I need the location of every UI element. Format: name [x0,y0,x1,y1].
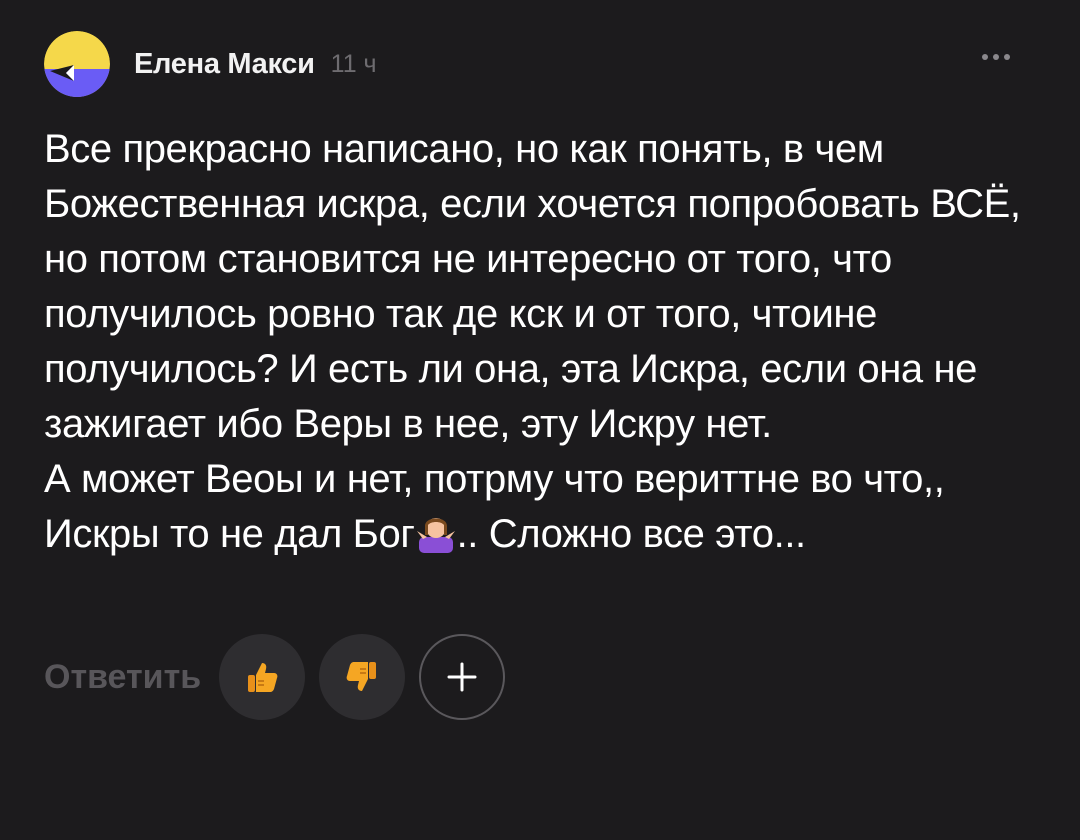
more-dots-icon [1004,54,1010,60]
comment-actions: Ответить [44,632,519,722]
dislike-button[interactable] [319,634,406,720]
add-reaction-button[interactable] [419,634,506,720]
comment-text: Все прекрасно написано, но как понять, в… [44,122,1044,562]
person-shrugging-emoji [416,518,455,553]
comment-card: Елена Макси 11 ч Все прекрасно написано,… [0,0,1080,840]
thumbs-down-icon [346,662,377,691]
more-dots-icon [982,54,988,60]
comment-paragraph: Все прекрасно написано, но как понять, в… [44,127,1021,446]
reply-button[interactable]: Ответить [44,658,201,697]
comment-header: Елена Макси 11 ч [44,30,377,98]
more-options-button[interactable] [982,54,1010,60]
avatar[interactable] [44,31,110,97]
comment-paragraph-last: А может Веоы и нет, потрму что вериттне … [44,452,1044,562]
more-dots-icon [993,54,999,60]
avatar-icon [44,31,110,97]
plus-icon [447,662,477,692]
comment-text-after-emoji: .. Сложно все это... [456,512,807,556]
like-button[interactable] [219,634,306,720]
thumbs-up-icon [248,663,278,692]
comment-time: 11 ч [330,49,377,78]
author-name[interactable]: Елена Макси [134,48,315,81]
